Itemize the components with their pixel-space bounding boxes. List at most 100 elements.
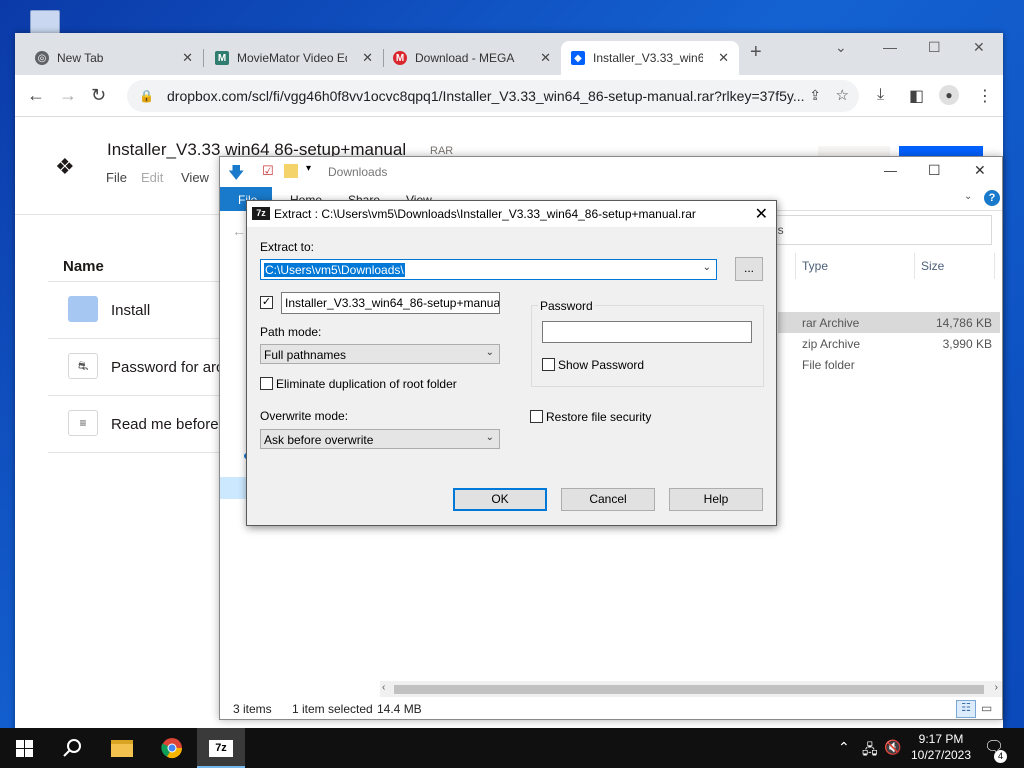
tab-new-tab[interactable]: ◎ New Tab ✕	[25, 41, 203, 75]
scrollbar-thumb[interactable]	[394, 685, 984, 694]
show-password-label: Show Password	[558, 358, 645, 372]
minimize-icon[interactable]: —	[884, 163, 897, 178]
clock-date: 10/27/2023	[910, 748, 972, 762]
search-icon[interactable]	[48, 728, 96, 768]
start-windows-icon[interactable]	[0, 728, 48, 768]
share-icon[interactable]: ⇪	[809, 87, 821, 104]
show-hidden-icons-chevron-icon[interactable]: ⌃	[838, 739, 850, 756]
list-item[interactable]: ⛐ Password for arc	[48, 339, 248, 396]
maximize-icon[interactable]: ☐	[928, 162, 941, 179]
column-separator	[795, 253, 796, 279]
menu-edit[interactable]: Edit	[141, 170, 163, 185]
file-row[interactable]: File folder	[778, 354, 1000, 375]
overwrite-mode-label: Overwrite mode:	[260, 409, 349, 423]
search-input[interactable]: ds	[760, 215, 992, 245]
help-button[interactable]: Help	[669, 488, 763, 511]
close-tab-icon[interactable]: ✕	[182, 50, 193, 66]
menu-view[interactable]: View	[181, 170, 209, 185]
browse-button[interactable]: ...	[735, 257, 763, 281]
tab-search-chevron-icon[interactable]: ⌄	[835, 39, 847, 56]
details-view-icon[interactable]: ☷	[956, 700, 976, 718]
column-separator	[914, 253, 915, 279]
close-tab-icon[interactable]: ✕	[540, 50, 551, 66]
download-arrow-icon[interactable]: 🡇	[228, 162, 244, 189]
scroll-right-icon[interactable]: ›	[995, 682, 998, 693]
back-arrow-icon[interactable]: ←	[232, 223, 246, 239]
7zip-taskbar-label: 7z	[209, 739, 233, 757]
expand-ribbon-chevron-icon[interactable]: ⌄	[964, 191, 972, 202]
column-header-type[interactable]: Type	[802, 259, 828, 273]
tab-label: New Tab	[57, 51, 104, 65]
maximize-icon[interactable]: ☐	[928, 39, 941, 56]
bookmark-star-icon[interactable]: ☆	[836, 86, 849, 104]
volume-muted-icon[interactable]: 🔇	[884, 739, 901, 756]
reload-icon[interactable]: ↻	[91, 85, 106, 105]
path-mode-select[interactable]: Full pathnames ⌄	[260, 344, 500, 364]
download-icon[interactable]: ⤓	[877, 86, 884, 104]
subfolder-checkbox[interactable]: ✓	[260, 296, 273, 309]
properties-icon[interactable]: ☑	[262, 163, 274, 179]
notification-count-badge: 4	[994, 750, 1007, 763]
eliminate-duplication-checkbox[interactable]	[260, 377, 273, 390]
network-icon[interactable]: 🖧	[862, 739, 878, 763]
cancel-button[interactable]: Cancel	[561, 488, 655, 511]
7zip-taskbar-icon[interactable]: 7z	[197, 728, 245, 768]
column-header-size[interactable]: Size	[921, 259, 944, 273]
close-tab-icon[interactable]: ✕	[362, 50, 373, 66]
tab-moviemator[interactable]: M MovieMator Video Ed ✕	[205, 41, 383, 75]
horizontal-scrollbar[interactable]: ‹ ›	[380, 681, 1002, 697]
menu-file[interactable]: File	[106, 170, 127, 185]
file-explorer-icon[interactable]	[98, 728, 146, 768]
7zip-app-icon: 7z	[252, 207, 270, 220]
column-header-name[interactable]: Name	[63, 258, 104, 275]
tab-dropbox[interactable]: ◆ Installer_V3.33_win64 ✕	[561, 41, 739, 75]
minimize-icon[interactable]: —	[883, 39, 897, 55]
dialog-title-bar: 7z Extract : C:\Users\vm5\Downloads\Inst…	[247, 201, 776, 227]
close-icon[interactable]: ✕	[755, 204, 768, 224]
tab-separator	[203, 49, 204, 67]
list-item[interactable]: Install	[48, 282, 248, 339]
extract-to-value: C:\Users\vm5\Downloads\	[264, 263, 405, 277]
password-input[interactable]	[542, 321, 752, 343]
dropbox-icon: ◆	[571, 51, 585, 65]
file-row[interactable]: rar Archive 14,786 KB	[778, 312, 1000, 333]
back-arrow-icon[interactable]: ←	[27, 85, 45, 105]
profile-avatar-icon[interactable]: ●	[939, 85, 959, 105]
quick-access-dropdown-icon[interactable]: ▾	[306, 163, 311, 174]
extract-to-label: Extract to:	[260, 240, 315, 254]
side-panel-icon[interactable]: ◧	[909, 86, 924, 106]
file-icon: ⛐	[68, 353, 98, 379]
overwrite-mode-select[interactable]: Ask before overwrite ⌄	[260, 429, 500, 449]
help-icon[interactable]: ?	[984, 190, 1000, 206]
more-menu-icon[interactable]: ⋮	[977, 86, 993, 106]
extract-to-combobox[interactable]: C:\Users\vm5\Downloads\ ⌄	[260, 259, 717, 280]
explorer-title: Downloads	[328, 165, 388, 179]
chrome-icon[interactable]	[148, 728, 196, 768]
close-tab-icon[interactable]: ✕	[718, 50, 729, 66]
overwrite-mode-value: Ask before overwrite	[264, 433, 374, 447]
clock-time: 9:17 PM	[918, 732, 964, 746]
close-window-icon[interactable]: ✕	[973, 39, 985, 56]
lock-icon: 🔒	[139, 89, 154, 103]
clock[interactable]: 9:17 PM 10/27/2023	[906, 731, 976, 763]
folder-icon	[68, 296, 98, 322]
list-item[interactable]: ≡ Read me before	[48, 396, 248, 453]
ok-button[interactable]: OK	[453, 488, 547, 511]
address-bar[interactable]: 🔒 dropbox.com/scl/fi/vgg46h0f8vv1ocvc8qp…	[127, 80, 859, 112]
show-password-checkbox[interactable]	[542, 358, 555, 371]
subfolder-field[interactable]: Installer_V3.33_win64_86-setup+manual\	[281, 292, 500, 314]
chevron-down-icon[interactable]: ⌄	[486, 347, 494, 358]
new-tab-plus-icon[interactable]: +	[750, 41, 762, 64]
file-row[interactable]: zip Archive 3,990 KB	[778, 333, 1000, 354]
forward-arrow-icon[interactable]: →	[59, 85, 77, 105]
tab-mega[interactable]: M Download - MEGA ✕	[383, 41, 561, 75]
restore-security-checkbox[interactable]	[530, 410, 543, 423]
close-window-icon[interactable]: ✕	[974, 162, 986, 179]
scroll-left-icon[interactable]: ‹	[382, 682, 385, 693]
chevron-down-icon[interactable]: ⌄	[486, 432, 494, 443]
chevron-down-icon[interactable]: ⌄	[703, 262, 711, 273]
large-icons-view-icon[interactable]: ▭	[981, 701, 992, 715]
new-folder-icon[interactable]	[284, 164, 298, 178]
text-file-icon: ≡	[68, 410, 98, 436]
dropbox-logo-icon[interactable]: ❖	[55, 154, 75, 180]
